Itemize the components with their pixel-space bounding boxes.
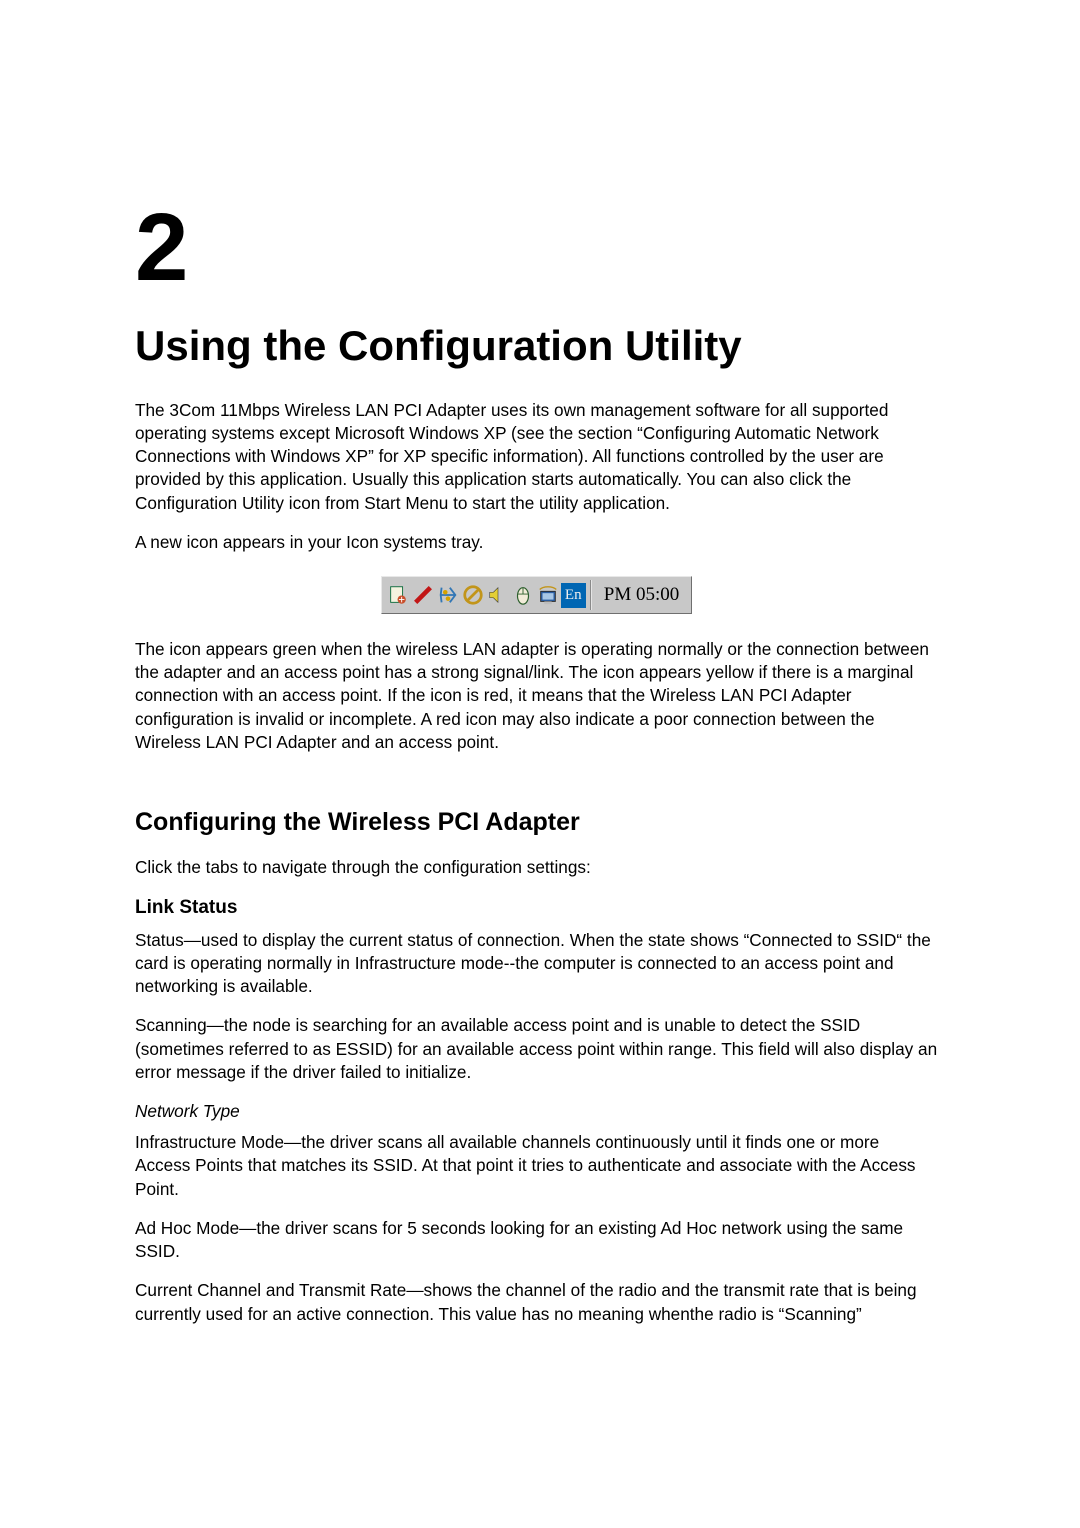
icon-color-paragraph: The icon appears green when the wireless…	[135, 638, 938, 754]
configuring-lead: Click the tabs to navigate through the c…	[135, 856, 938, 879]
configuring-heading: Configuring the Wireless PCI Adapter	[135, 806, 938, 840]
systray-illustration: En PM 05:00	[135, 576, 938, 614]
systray-separator	[590, 580, 592, 610]
sound-icon	[486, 583, 511, 608]
adhoc-mode-p: Ad Hoc Mode—the driver scans for 5 secon…	[135, 1217, 938, 1263]
cancel-icon	[461, 583, 486, 608]
chapter-number: 2	[135, 200, 938, 296]
slash-icon	[411, 583, 436, 608]
systray-clock: PM 05:00	[594, 582, 690, 608]
systray-icons: En	[384, 581, 588, 610]
chapter-title: Using the Configuration Utility	[135, 318, 938, 375]
link-status-status: Status—used to display the current statu…	[135, 929, 938, 999]
intro-paragraph-1: The 3Com 11Mbps Wireless LAN PCI Adapter…	[135, 399, 938, 515]
intro-paragraph-2: A new icon appears in your Icon systems …	[135, 531, 938, 554]
lang-indicator-icon: En	[561, 583, 586, 608]
doc-icon	[386, 583, 411, 608]
channel-rate-p: Current Channel and Transmit Rate—shows …	[135, 1279, 938, 1325]
network-type-heading: Network Type	[135, 1100, 938, 1123]
mouse-icon	[511, 583, 536, 608]
link-status-scanning: Scanning—the node is searching for an av…	[135, 1014, 938, 1084]
link-status-heading: Link Status	[135, 895, 938, 921]
transfer-icon	[436, 583, 461, 608]
systray-bar: En PM 05:00	[381, 576, 693, 614]
infrastructure-mode-p: Infrastructure Mode—the driver scans all…	[135, 1131, 938, 1201]
display-icon	[536, 583, 561, 608]
